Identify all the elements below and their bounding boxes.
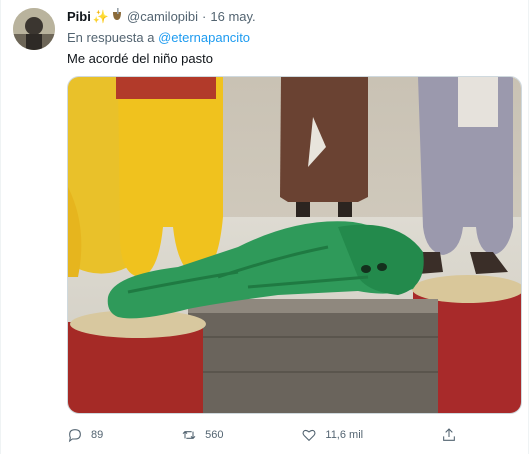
separator-dot: · (202, 9, 207, 24)
author-handle[interactable]: @camilopibi (127, 8, 198, 25)
like-count: 11,6 mil (325, 429, 364, 441)
tweet-media[interactable] (67, 76, 522, 414)
like-icon (302, 429, 316, 442)
like-button[interactable]: 11,6 mil (301, 427, 363, 443)
retweet-button[interactable]: 560 (181, 427, 224, 443)
tweet-header: Pibi ✨ @camilopibi · 16 may. (67, 8, 518, 25)
reply-button[interactable]: 89 (67, 427, 103, 443)
tweet-photo (68, 77, 521, 413)
author-name[interactable]: Pibi (67, 8, 91, 25)
reply-to-link[interactable]: @eternapancito (158, 30, 250, 45)
share-icon (443, 428, 455, 441)
retweet-icon (182, 431, 196, 439)
tweet-date[interactable]: 16 may. (210, 8, 255, 25)
reply-count: 89 (91, 429, 104, 441)
mate-icon (111, 8, 123, 25)
share-button[interactable] (441, 427, 457, 443)
tweet-text: Me acordé del niño pasto (67, 51, 213, 66)
tweet-actions: 89 560 11,6 mil (67, 427, 457, 443)
retweet-count: 560 (205, 429, 224, 441)
reply-prefix: En respuesta a (67, 30, 159, 45)
reply-context: En respuesta a @eternapancito (67, 29, 518, 46)
avatar-photo (13, 8, 55, 50)
avatar[interactable] (13, 8, 55, 50)
reply-icon (68, 429, 81, 443)
tweet[interactable]: Pibi ✨ @camilopibi · 16 may. En respuest… (0, 0, 529, 454)
sparkles-icon: ✨ (92, 9, 110, 24)
